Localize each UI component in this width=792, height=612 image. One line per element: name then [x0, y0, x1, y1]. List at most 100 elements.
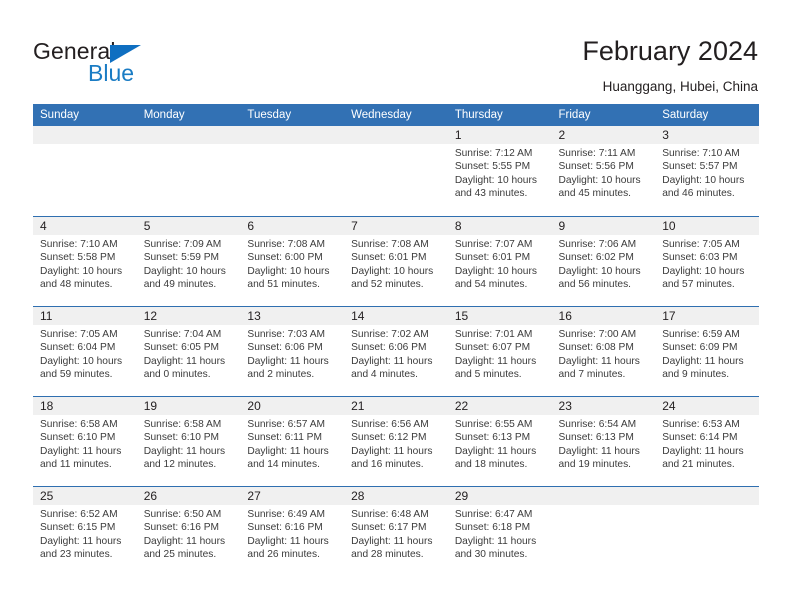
- day-cell[interactable]: 5 Sunrise: 7:09 AM Sunset: 5:59 PM Daylight…: [136, 216, 241, 306]
- day-details: Sunrise: 6:54 AM Sunset: 6:13 PM Daylight:…: [552, 415, 656, 472]
- day-cell[interactable]: 26 Sunrise: 6:50 AM Sunset: 6:16 PM Dayligh…: [136, 486, 241, 576]
- daylight-text-line2: and 43 minutes.: [454, 188, 528, 200]
- day-cell[interactable]: 22 Sunrise: 6:55 AM Sunset: 6:13 PM Dayligh…: [447, 396, 552, 486]
- day-cell[interactable]: 28 Sunrise: 6:48 AM Sunset: 6:17 PM Dayligh…: [344, 486, 448, 576]
- day-cell[interactable]: 16 Sunrise: 7:00 AM Sunset: 6:08 PM Dayligh…: [551, 306, 656, 396]
- calendar-cell: 7 Sunrise: 7:08 AM Sunset: 6:01 PM Daylight…: [344, 216, 448, 306]
- day-cell[interactable]: 25 Sunrise: 6:52 AM Sunset: 6:15 PM Dayligh…: [33, 486, 137, 576]
- day-cell[interactable]: 29 Sunrise: 6:47 AM Sunset: 6:18 PM Dayligh…: [447, 486, 552, 576]
- daylight-text-line1: Daylight: 11 hours: [351, 445, 433, 457]
- day-cell-empty: [240, 126, 345, 216]
- day-number: 29: [447, 487, 552, 505]
- daylight-text-line2: and 9 minutes.: [662, 369, 730, 381]
- sunset-text: Sunset: 6:14 PM: [662, 432, 738, 444]
- day-cell[interactable]: 1 Sunrise: 7:12 AM Sunset: 5:55 PM Daylight…: [447, 126, 552, 216]
- sunrise-text: Sunrise: 7:05 AM: [662, 239, 740, 250]
- daylight-text-line2: and 49 minutes.: [143, 279, 217, 291]
- sunset-text: Sunset: 6:10 PM: [40, 432, 116, 444]
- daylight-text-line2: and 51 minutes.: [247, 279, 320, 291]
- calendar-page: General Blue February 2024 Huanggang, Hu…: [0, 0, 792, 612]
- calendar-cell: 23 Sunrise: 6:54 AM Sunset: 6:13 PM Dayligh…: [551, 396, 656, 486]
- daylight-text-line2: and 54 minutes.: [454, 279, 528, 291]
- day-number: 24: [655, 397, 759, 415]
- calendar-cell: 14 Sunrise: 7:02 AM Sunset: 6:06 PM Dayligh…: [344, 306, 448, 396]
- day-details: Sunrise: 7:06 AM Sunset: 6:02 PM Daylight:…: [552, 235, 656, 292]
- day-cell[interactable]: 24 Sunrise: 6:53 AM Sunset: 6:14 PM Dayligh…: [655, 396, 759, 486]
- day-cell[interactable]: 6 Sunrise: 7:08 AM Sunset: 6:00 PM Daylight…: [240, 216, 345, 306]
- sunrise-text: Sunrise: 6:47 AM: [454, 509, 533, 520]
- day-cell[interactable]: 12 Sunrise: 7:04 AM Sunset: 6:05 PM Dayligh…: [136, 306, 241, 396]
- daylight-text-line1: Daylight: 11 hours: [662, 355, 744, 367]
- day-cell[interactable]: 15 Sunrise: 7:01 AM Sunset: 6:07 PM Dayligh…: [447, 306, 552, 396]
- day-number: 5: [136, 217, 241, 235]
- day-number: 2: [551, 126, 656, 144]
- calendar-cell: 19 Sunrise: 6:58 AM Sunset: 6:10 PM Dayligh…: [136, 396, 241, 486]
- day-number: 25: [33, 487, 137, 505]
- day-details: Sunrise: 7:00 AM Sunset: 6:08 PM Daylight:…: [552, 325, 656, 382]
- daylight-text-line2: and 14 minutes.: [247, 459, 320, 471]
- day-cell[interactable]: 23 Sunrise: 6:54 AM Sunset: 6:13 PM Dayligh…: [551, 396, 656, 486]
- day-details: Sunrise: 6:58 AM Sunset: 6:10 PM Daylight:…: [137, 415, 241, 472]
- sunrise-text: Sunrise: 6:59 AM: [662, 329, 740, 340]
- calendar-cell: 17 Sunrise: 6:59 AM Sunset: 6:09 PM Dayligh…: [655, 306, 759, 396]
- daylight-text-line2: and 7 minutes.: [558, 369, 626, 381]
- day-cell[interactable]: 13 Sunrise: 7:03 AM Sunset: 6:06 PM Dayligh…: [240, 306, 345, 396]
- calendar-table: Sunday Monday Tuesday Wednesday Thursday…: [33, 104, 759, 576]
- day-details: Sunrise: 7:07 AM Sunset: 6:01 PM Daylight:…: [448, 235, 552, 292]
- sunset-text: Sunset: 6:05 PM: [143, 342, 220, 354]
- day-number: [136, 126, 241, 144]
- brand-logo[interactable]: General Blue: [33, 38, 213, 86]
- day-details: Sunrise: 6:55 AM Sunset: 6:13 PM Daylight:…: [448, 415, 552, 472]
- day-number: 22: [447, 397, 552, 415]
- day-details: Sunrise: 6:59 AM Sunset: 6:09 PM Daylight:…: [655, 325, 759, 382]
- day-cell[interactable]: 7 Sunrise: 7:08 AM Sunset: 6:01 PM Daylight…: [344, 216, 448, 306]
- day-number: [240, 126, 345, 144]
- day-number: [655, 487, 759, 505]
- sunset-text: Sunset: 6:06 PM: [247, 342, 323, 354]
- day-cell[interactable]: 9 Sunrise: 7:06 AM Sunset: 6:02 PM Daylight…: [551, 216, 656, 306]
- day-cell[interactable]: 20 Sunrise: 6:57 AM Sunset: 6:11 PM Dayligh…: [240, 396, 345, 486]
- day-details: Sunrise: 7:08 AM Sunset: 6:00 PM Daylight:…: [240, 235, 344, 292]
- day-cell[interactable]: 4 Sunrise: 7:10 AM Sunset: 5:58 PM Daylight…: [33, 216, 137, 306]
- sunset-text: Sunset: 6:01 PM: [454, 252, 531, 264]
- day-cell[interactable]: 3 Sunrise: 7:10 AM Sunset: 5:57 PM Daylight…: [655, 126, 759, 216]
- page-title: February 2024: [582, 36, 758, 66]
- calendar-cell: [240, 126, 345, 216]
- day-cell-empty: [551, 486, 656, 576]
- day-details: Sunrise: 7:02 AM Sunset: 6:06 PM Daylight:…: [344, 325, 448, 382]
- day-cell[interactable]: 11 Sunrise: 7:05 AM Sunset: 6:04 PM Dayligh…: [33, 306, 137, 396]
- day-details: Sunrise: 7:09 AM Sunset: 5:59 PM Daylight:…: [137, 235, 241, 292]
- daylight-text-line1: Daylight: 11 hours: [143, 355, 226, 367]
- day-cell[interactable]: 27 Sunrise: 6:49 AM Sunset: 6:16 PM Dayligh…: [240, 486, 345, 576]
- daylight-text-line1: Daylight: 11 hours: [143, 445, 226, 457]
- daylight-text-line1: Daylight: 10 hours: [454, 265, 537, 277]
- day-cell[interactable]: 17 Sunrise: 6:59 AM Sunset: 6:09 PM Dayligh…: [655, 306, 759, 396]
- daylight-text-line2: and 30 minutes.: [454, 549, 528, 561]
- sunrise-text: Sunrise: 7:01 AM: [454, 329, 533, 340]
- day-cell[interactable]: 21 Sunrise: 6:56 AM Sunset: 6:12 PM Dayligh…: [344, 396, 448, 486]
- day-cell-empty: [33, 126, 137, 216]
- day-cell[interactable]: 14 Sunrise: 7:02 AM Sunset: 6:06 PM Dayligh…: [344, 306, 448, 396]
- day-cell[interactable]: 10 Sunrise: 7:05 AM Sunset: 6:03 PM Dayligh…: [655, 216, 759, 306]
- calendar-cell: 2 Sunrise: 7:11 AM Sunset: 5:56 PM Daylight…: [551, 126, 656, 216]
- day-details: [33, 144, 137, 147]
- calendar-cell: [551, 486, 656, 576]
- day-details: Sunrise: 6:47 AM Sunset: 6:18 PM Daylight:…: [448, 505, 552, 562]
- daylight-text-line1: Daylight: 11 hours: [454, 535, 537, 547]
- calendar-cell: 9 Sunrise: 7:06 AM Sunset: 6:02 PM Daylight…: [551, 216, 656, 306]
- sunset-text: Sunset: 6:16 PM: [143, 522, 220, 534]
- day-number: 1: [447, 126, 552, 144]
- calendar-cell: 4 Sunrise: 7:10 AM Sunset: 5:58 PM Daylight…: [33, 216, 137, 306]
- page-subtitle: Huanggang, Hubei, China: [602, 79, 758, 94]
- sunrise-text: Sunrise: 6:58 AM: [143, 419, 222, 430]
- day-cell[interactable]: 18 Sunrise: 6:58 AM Sunset: 6:10 PM Dayligh…: [33, 396, 137, 486]
- day-cell[interactable]: 19 Sunrise: 6:58 AM Sunset: 6:10 PM Dayligh…: [136, 396, 241, 486]
- sunrise-text: Sunrise: 7:08 AM: [351, 239, 429, 250]
- day-cell[interactable]: 8 Sunrise: 7:07 AM Sunset: 6:01 PM Daylight…: [447, 216, 552, 306]
- calendar-cell: [344, 126, 448, 216]
- day-number: 11: [33, 307, 137, 325]
- daylight-text-line2: and 28 minutes.: [351, 549, 424, 561]
- daylight-text-line2: and 59 minutes.: [40, 369, 113, 381]
- day-cell[interactable]: 2 Sunrise: 7:11 AM Sunset: 5:56 PM Daylight…: [551, 126, 656, 216]
- calendar-cell: 24 Sunrise: 6:53 AM Sunset: 6:14 PM Dayligh…: [655, 396, 759, 486]
